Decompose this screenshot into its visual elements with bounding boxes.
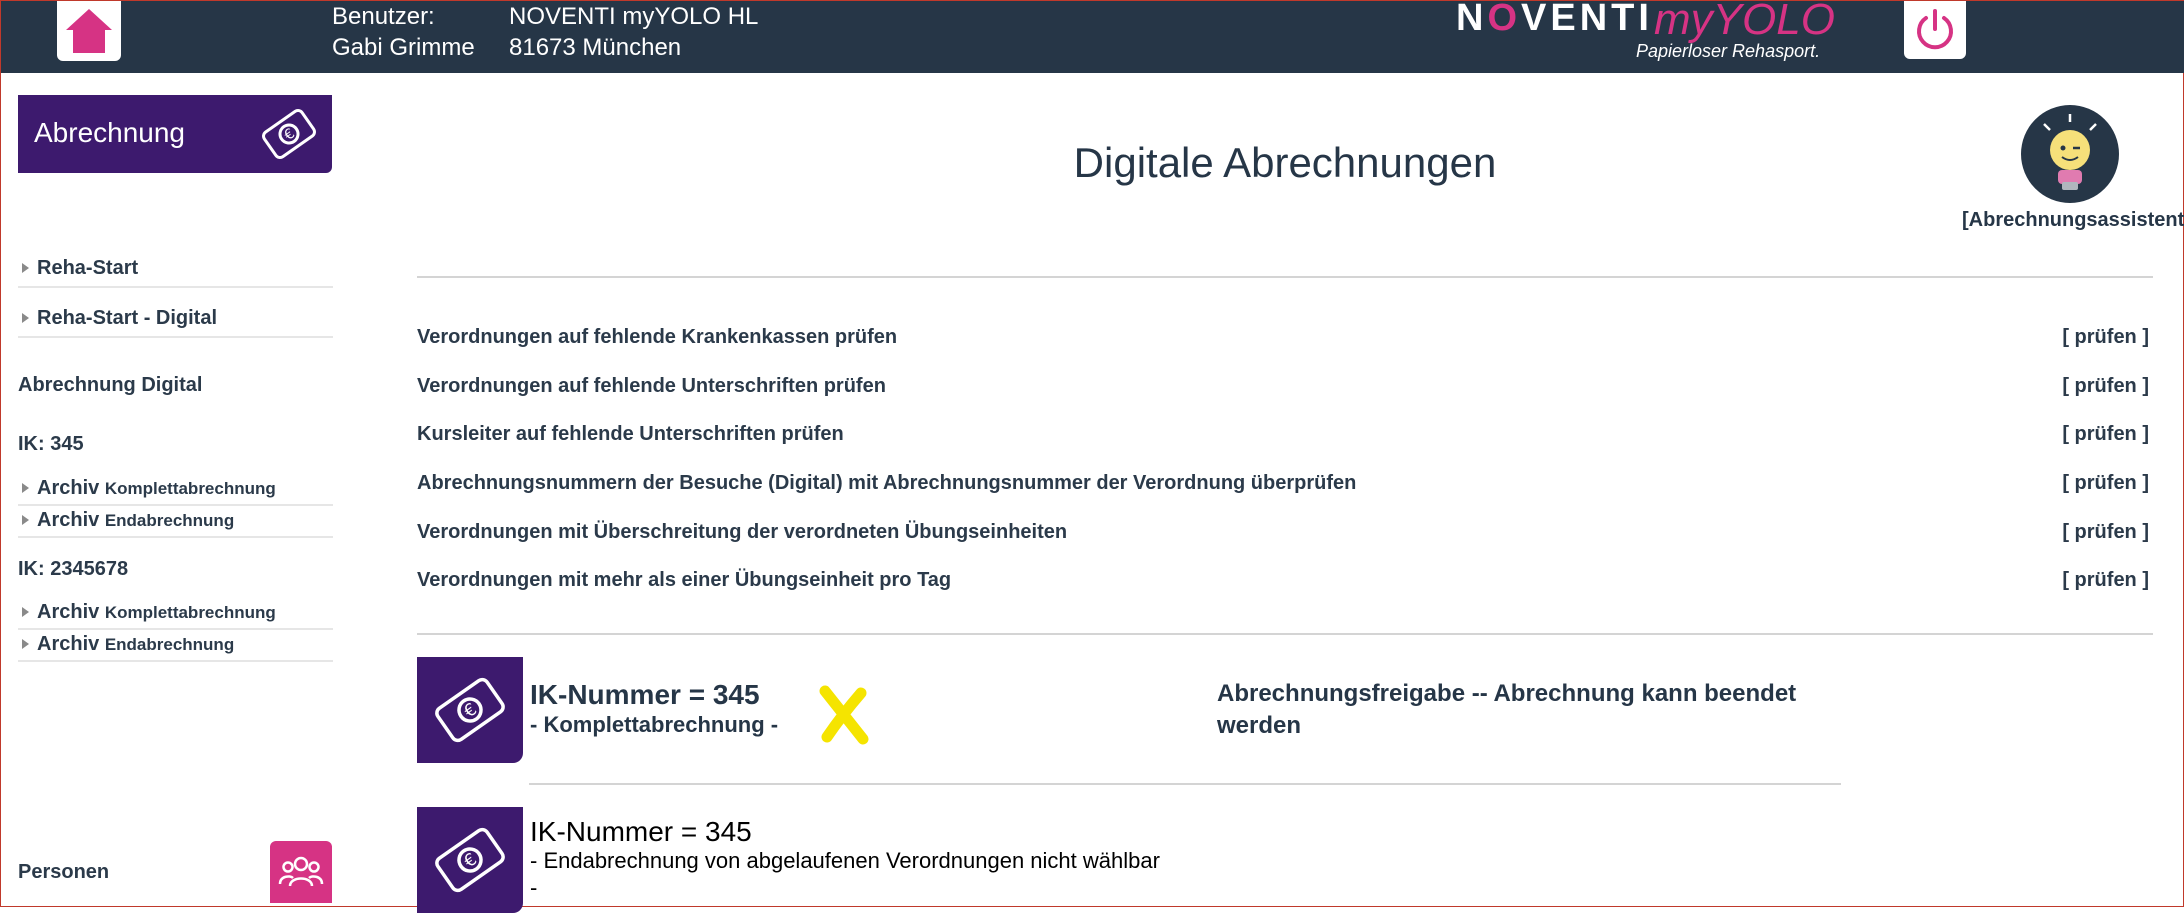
user-name: Gabi Grimme xyxy=(332,34,475,61)
status-x-mark-icon xyxy=(817,685,871,750)
entry-note: - Endabrechnung von abgelaufenen Verordn… xyxy=(530,848,1160,873)
check-row: Verordnungen mit Überschreitung der vero… xyxy=(417,521,2153,544)
lightbulb-mascot-icon xyxy=(2020,105,2119,203)
top-bar: Benutzer: Gabi Grimme NOVENTI myYOLO HL … xyxy=(1,0,2184,73)
check-row: Verordnungen auf fehlende Krankenkassen … xyxy=(417,326,2153,349)
sidebar: Abrechnung € Reha-Start Reha-Start - Dig… xyxy=(18,95,333,905)
section-label: Abrechnung xyxy=(34,117,186,148)
sidebar-link-reha-start[interactable]: Reha-Start xyxy=(18,257,333,288)
abrechnungsassistent[interactable]: [Abrechnungsassistent] xyxy=(1962,105,2184,232)
divider xyxy=(529,783,1841,785)
power-icon xyxy=(1917,9,1953,50)
check-label: Verordnungen auf fehlende Unterschriften… xyxy=(417,375,886,397)
logout-button[interactable] xyxy=(1904,1,1966,59)
people-group-icon xyxy=(278,856,324,887)
caret-right-icon xyxy=(22,262,29,273)
check-action-link[interactable]: [ prüfen ] xyxy=(2062,521,2149,544)
check-action-link[interactable]: [ prüfen ] xyxy=(2062,569,2149,592)
entry-title: IK-Nummer = 345 xyxy=(530,679,760,710)
page-title: Digitale Abrechnungen xyxy=(1073,139,1497,186)
abrechnung-entry-button[interactable]: € xyxy=(417,807,523,913)
sidebar-link-archiv-end[interactable]: Archiv Endabrechnung xyxy=(18,633,333,662)
abrechnung-section-header[interactable]: Abrechnung € xyxy=(18,95,332,173)
persons-button[interactable] xyxy=(270,841,332,903)
check-action-link[interactable]: [ prüfen ] xyxy=(2062,472,2149,495)
logo-tagline: Papierloser Rehasport. xyxy=(1636,41,1821,61)
caret-right-icon xyxy=(22,482,29,493)
check-action-link[interactable]: [ prüfen ] xyxy=(2062,326,2149,349)
org-name: NOVENTI myYOLO HL xyxy=(509,3,759,30)
check-row: Kursleiter auf fehlende Unterschriften p… xyxy=(417,423,2153,446)
sidebar-heading-abrechnung-digital: Abrechnung Digital xyxy=(18,374,203,396)
check-label: Abrechnungsnummern der Besuche (Digital)… xyxy=(417,472,1357,494)
caret-right-icon xyxy=(22,606,29,617)
sidebar-link-archiv-end[interactable]: Archiv Endabrechnung xyxy=(18,509,333,538)
entry-status: Abrechnungsfreigabe -- Abrechnung kann b… xyxy=(1217,680,1797,739)
divider xyxy=(417,276,2153,278)
check-label: Verordnungen mit mehr als einer Übungsei… xyxy=(417,569,952,591)
entry-note: - xyxy=(530,875,538,900)
euro-banknote-icon: € xyxy=(254,101,324,172)
check-action-link[interactable]: [ prüfen ] xyxy=(2062,423,2149,446)
check-action-link[interactable]: [ prüfen ] xyxy=(2062,375,2149,398)
sidebar-ik-label: IK: 345 xyxy=(18,433,84,455)
sidebar-link-archiv-komplett[interactable]: Archiv Komplettabrechnung xyxy=(18,477,333,506)
sidebar-persons-label: Personen xyxy=(18,861,110,883)
check-row: Verordnungen mit mehr als einer Übungsei… xyxy=(417,569,2153,592)
user-label: Benutzer: xyxy=(332,3,435,30)
home-button[interactable] xyxy=(57,1,121,61)
noventi-myyolo-logo: NOVENTI myYOLO Papierloser Rehasport. xyxy=(1456,0,1836,69)
org-city: 81673 München xyxy=(509,34,682,61)
abrechnung-entry-button[interactable]: € xyxy=(417,657,523,763)
sidebar-link-reha-start-digital[interactable]: Reha-Start - Digital xyxy=(18,307,333,338)
check-label: Verordnungen mit Überschreitung der vero… xyxy=(417,521,1068,543)
euro-banknote-icon: € xyxy=(435,677,505,743)
sidebar-link-archiv-komplett[interactable]: Archiv Komplettabrechnung xyxy=(18,601,333,630)
euro-banknote-icon: € xyxy=(435,827,505,893)
org-info: NOVENTI myYOLO HL 81673 München xyxy=(509,1,758,63)
logo-noventi: NOVENTI xyxy=(1456,0,1653,39)
caret-right-icon xyxy=(22,312,29,323)
check-row: Verordnungen auf fehlende Unterschriften… xyxy=(417,375,2153,398)
check-label: Kursleiter auf fehlende Unterschriften p… xyxy=(417,423,844,445)
sidebar-ik-label: IK: 2345678 xyxy=(18,558,129,580)
entry-title: IK-Nummer = 345 xyxy=(530,816,752,847)
check-label: Verordnungen auf fehlende Krankenkassen … xyxy=(417,326,898,348)
home-icon xyxy=(66,9,112,53)
caret-right-icon xyxy=(22,514,29,525)
check-row: Abrechnungsnummern der Besuche (Digital)… xyxy=(417,472,2153,495)
caret-right-icon xyxy=(22,638,29,649)
logo-myyolo: myYOLO xyxy=(1654,0,1835,44)
user-info-labels: Benutzer: Gabi Grimme xyxy=(332,1,475,63)
divider xyxy=(417,633,2153,635)
entry-subtitle: - Komplettabrechnung - xyxy=(530,712,779,737)
assistant-label: [Abrechnungsassistent] xyxy=(1962,209,2184,231)
